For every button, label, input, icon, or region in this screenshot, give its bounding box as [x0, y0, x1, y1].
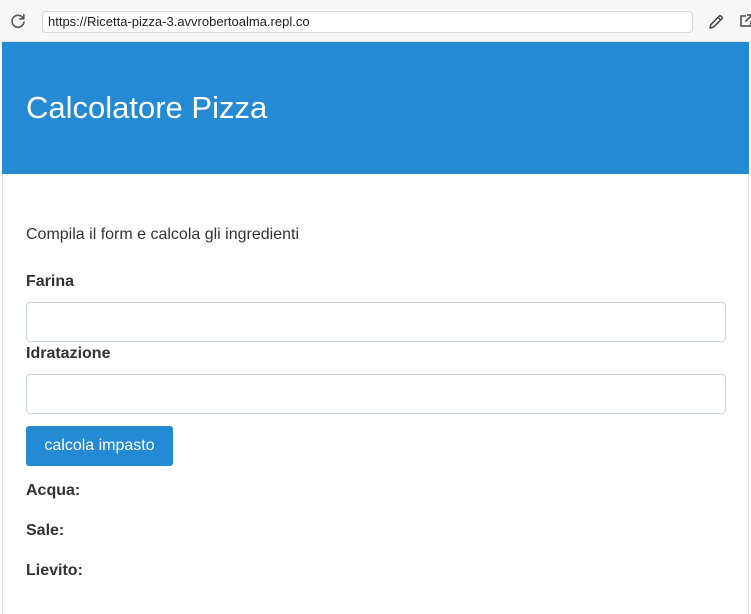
lievito-result-label: Lievito:	[26, 562, 83, 579]
address-bar[interactable]: https://Ricetta-pizza-3.avvrobertoalma.r…	[42, 11, 693, 33]
calcola-impasto-button[interactable]: calcola impasto	[26, 426, 173, 466]
browser-toolbar: https://Ricetta-pizza-3.avvrobertoalma.r…	[0, 0, 751, 42]
pencil-icon[interactable]	[707, 13, 725, 31]
intro-text: Compila il form e calcola gli ingredient…	[26, 226, 300, 243]
farina-label: Farina	[26, 273, 75, 290]
reload-icon[interactable]	[9, 12, 27, 30]
idratazione-label: Idratazione	[26, 345, 111, 362]
acqua-result-label: Acqua:	[26, 482, 81, 499]
idratazione-input[interactable]	[26, 374, 726, 414]
page-header: Calcolatore Pizza	[2, 42, 749, 174]
page-title: Calcolatore Pizza	[26, 90, 268, 125]
open-external-icon[interactable]	[738, 13, 751, 29]
farina-input[interactable]	[26, 302, 726, 342]
sale-result-label: Sale:	[26, 522, 65, 539]
